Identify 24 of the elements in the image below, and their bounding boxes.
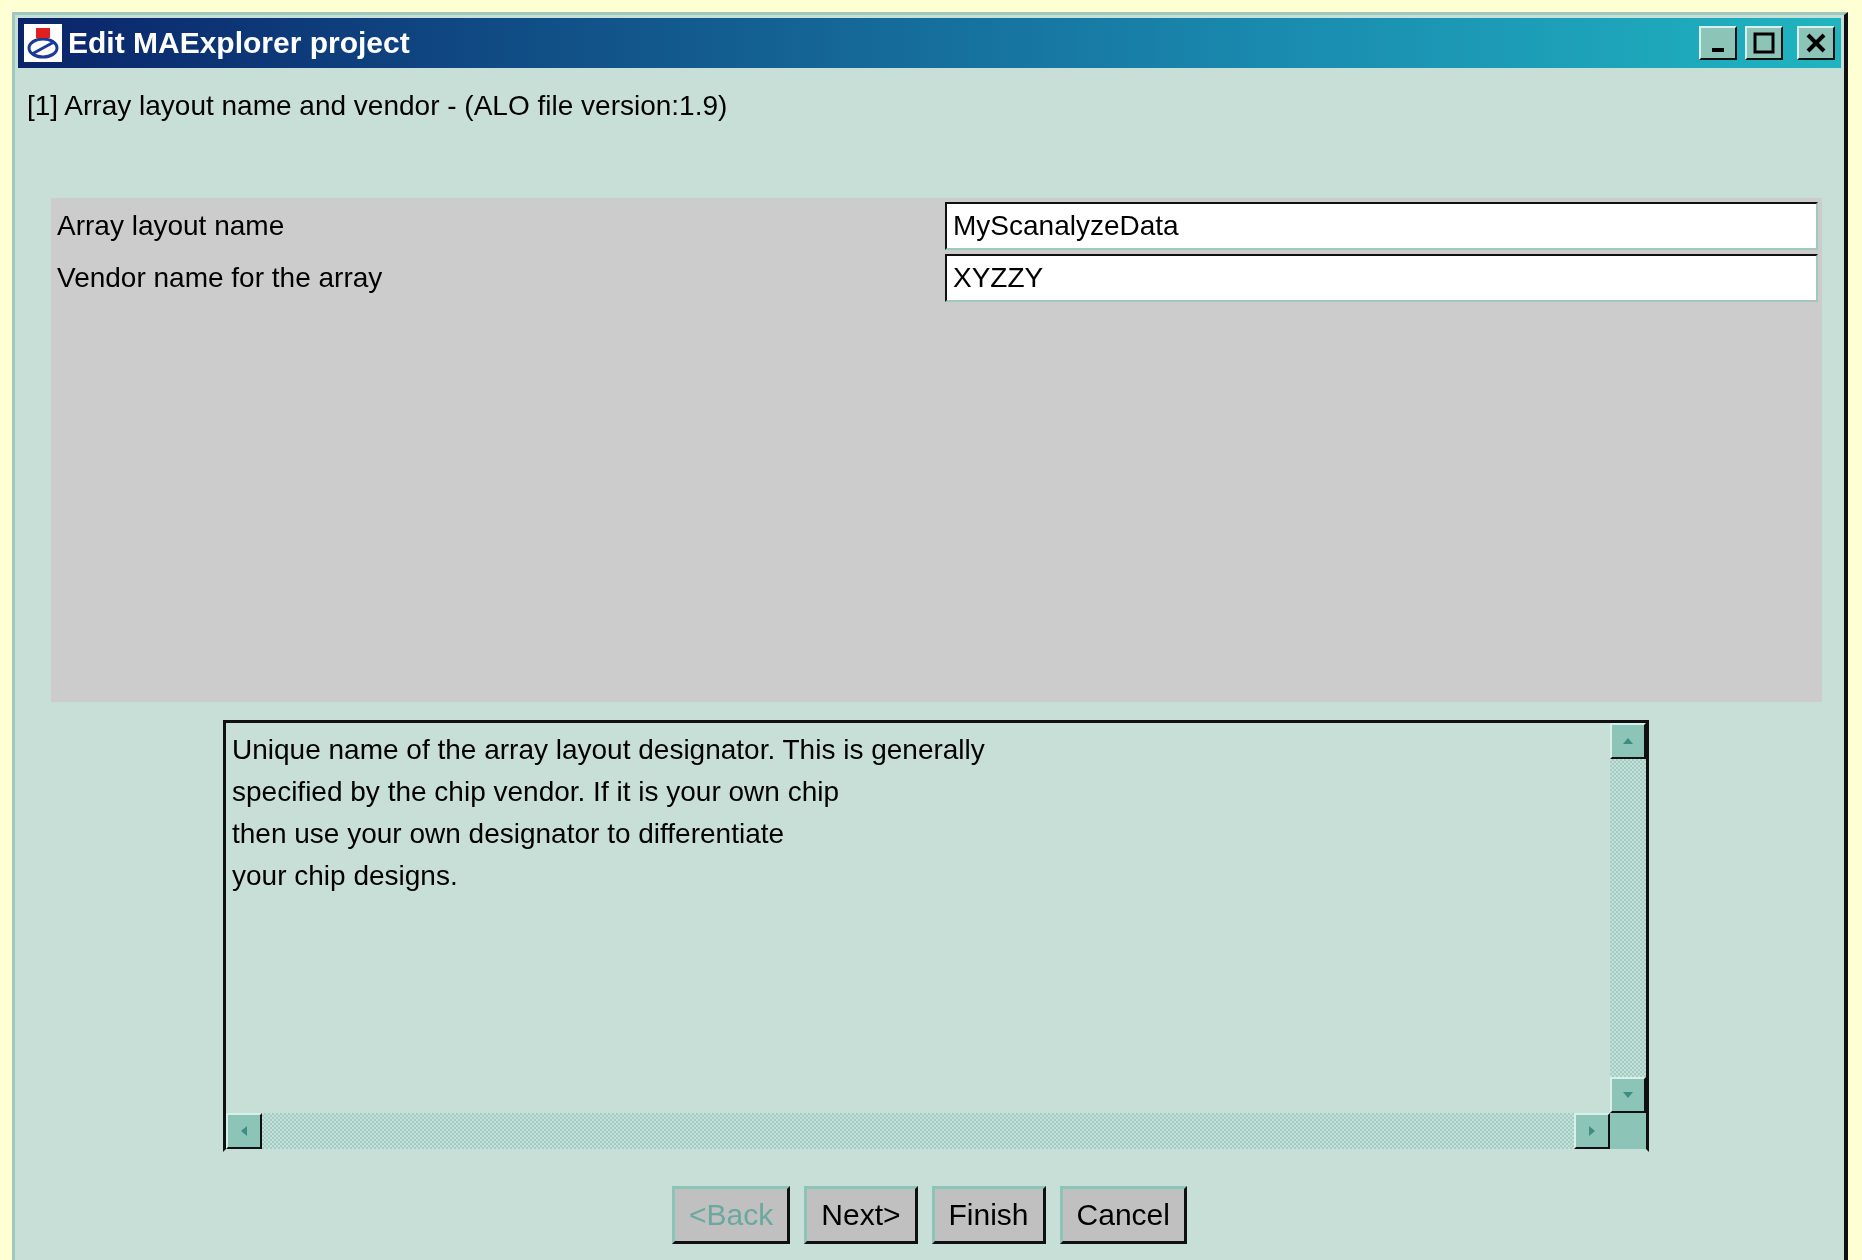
field-label: Vendor name for the array bbox=[56, 262, 384, 294]
field-label: Array layout name bbox=[56, 210, 286, 242]
scrollbar-corner bbox=[1610, 1113, 1646, 1149]
input-field[interactable]: MyScanalyzeData bbox=[945, 202, 1818, 250]
horizontal-scrollbar[interactable] bbox=[226, 1113, 1610, 1149]
input-field[interactable]: XYZZY bbox=[945, 254, 1818, 302]
close-icon bbox=[1805, 32, 1827, 54]
minimize-button[interactable] bbox=[1699, 26, 1737, 60]
scroll-left-button[interactable] bbox=[226, 1113, 262, 1149]
maximize-icon bbox=[1752, 31, 1776, 55]
minimize-icon bbox=[1712, 48, 1724, 52]
description-text: Unique name of the array layout designator. This is generally specified by the chip vendor. If it is your own chip then use your own designator to differentiate your chip designs. bbox=[231, 733, 986, 893]
wizard-button[interactable]: Next> bbox=[804, 1186, 918, 1244]
step-heading: [1] Array layout name and vendor - (ALO file version:1.9) bbox=[27, 90, 728, 121]
vertical-scrollbar[interactable] bbox=[1610, 723, 1646, 1113]
window-title: Edit MAExplorer project bbox=[68, 26, 411, 60]
maximize-button[interactable] bbox=[1745, 26, 1783, 60]
app-icon bbox=[24, 24, 62, 62]
scroll-up-button[interactable] bbox=[1610, 723, 1646, 759]
wizard-button[interactable]: Cancel bbox=[1059, 1186, 1187, 1244]
close-button[interactable] bbox=[1797, 26, 1835, 60]
scroll-down-button[interactable] bbox=[1610, 1077, 1646, 1113]
wizard-button[interactable]: Finish bbox=[931, 1186, 1046, 1244]
scroll-right-button[interactable] bbox=[1574, 1113, 1610, 1149]
